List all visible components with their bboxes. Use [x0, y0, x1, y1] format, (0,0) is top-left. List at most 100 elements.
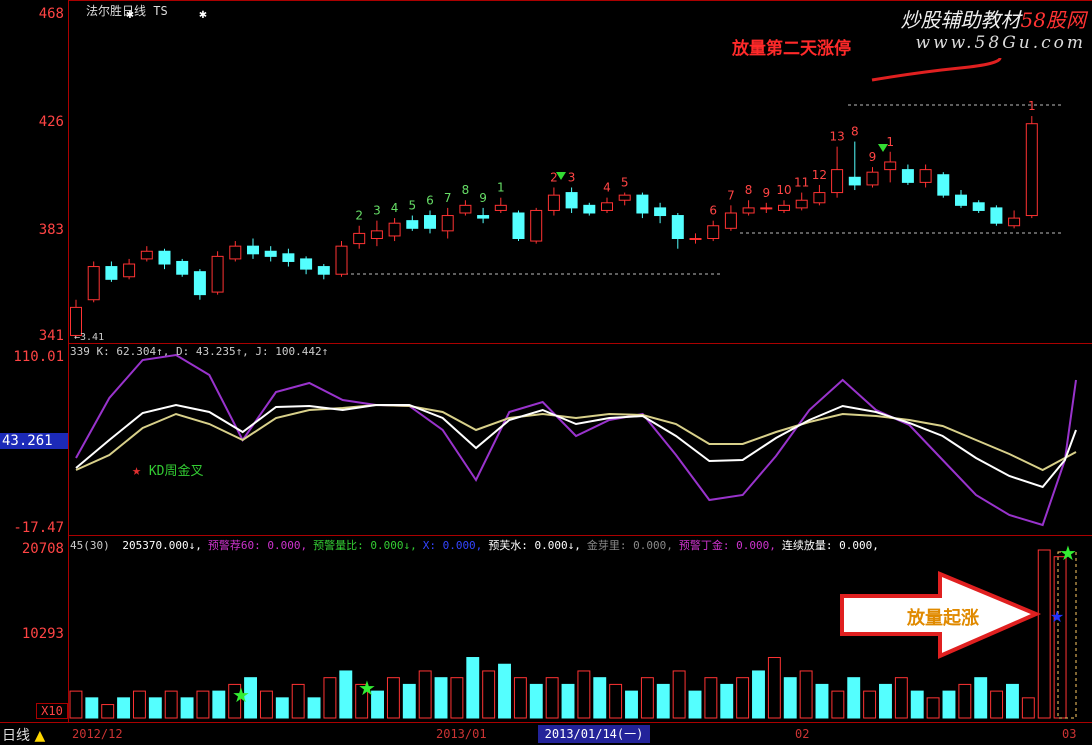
- volume-bar: [767, 657, 781, 719]
- timeline-date-2: 2013/01: [436, 727, 487, 741]
- volume-bar: [894, 677, 908, 719]
- volume-bar: [720, 683, 734, 719]
- candle-body: [317, 266, 330, 275]
- timeline-date-3: 02: [795, 727, 810, 741]
- candle-body: [1025, 123, 1038, 217]
- candle-body: [919, 169, 932, 183]
- volume-bar: [307, 697, 321, 719]
- td-sequence-number: 6: [709, 204, 717, 218]
- candle-body: [459, 204, 472, 214]
- td-sequence-number: 2: [355, 209, 363, 223]
- volume-bar: [164, 690, 178, 719]
- volume-bar: [545, 677, 559, 719]
- volume-bar: [672, 670, 686, 719]
- td-sequence-number: 8: [745, 183, 753, 197]
- td-sequence-number: 13: [829, 130, 844, 144]
- candle-body: [105, 266, 118, 280]
- volume-bar: [704, 677, 718, 719]
- candle-body: [388, 222, 401, 237]
- timeline-selected-date[interactable]: 2013/01/14(一): [538, 725, 650, 743]
- volume-bar: [101, 704, 115, 719]
- td-sequence-number: 11: [794, 176, 809, 190]
- star-icon: ✱: [199, 10, 207, 21]
- volume-bar: [974, 677, 988, 719]
- candle-body: [795, 199, 808, 209]
- volume-bar: [482, 670, 496, 719]
- candle-body: [583, 204, 596, 214]
- volume-bar: [577, 670, 591, 719]
- volume-bar: [117, 697, 131, 719]
- candle-body: [264, 250, 277, 257]
- candle-body: [601, 202, 613, 211]
- td-sequence-number: 5: [408, 199, 416, 213]
- candle-body: [441, 215, 454, 232]
- candle-body: [353, 232, 366, 245]
- volume-bar: [339, 670, 353, 719]
- volume-bar: [942, 690, 956, 719]
- volume-bar: [148, 697, 162, 719]
- volume-bar: [561, 683, 575, 719]
- volume-bar: [323, 677, 337, 719]
- td-sequence-number: 1: [1028, 99, 1036, 113]
- td-sequence-number: 9: [479, 191, 487, 205]
- volume-bar: [847, 677, 861, 719]
- star-icon: ★: [358, 676, 376, 700]
- candle-body: [565, 192, 578, 209]
- candle-body: [707, 225, 720, 240]
- volume-bar: [1006, 683, 1019, 719]
- volume-bar: [529, 683, 543, 719]
- td-sequence-number: 9: [869, 150, 877, 164]
- candle-body: [547, 194, 560, 211]
- candle-body: [158, 250, 171, 265]
- volume-bar: [783, 677, 797, 719]
- volume-bar: [85, 697, 99, 719]
- volume-bar: [386, 677, 400, 719]
- volume-bar: [688, 690, 702, 719]
- candle-body: [689, 238, 702, 241]
- candle-body: [618, 194, 631, 201]
- candle-body: [990, 207, 1003, 224]
- volume-bar: [180, 697, 194, 719]
- volume-bar: [958, 683, 972, 719]
- volume-bar: [990, 690, 1004, 719]
- volume-bar: [625, 690, 638, 719]
- td-sequence-number: 9: [762, 186, 770, 200]
- td-sequence-number: 6: [426, 193, 434, 207]
- candle-body: [636, 194, 649, 214]
- volume-bar: [593, 677, 607, 719]
- candle-body: [724, 212, 737, 229]
- volume-bar: [799, 670, 813, 719]
- timeline-date-1: 2012/12: [72, 727, 123, 741]
- candle-body: [87, 266, 100, 301]
- star-icon: ★: [232, 683, 250, 707]
- candle-body: [884, 161, 897, 171]
- candle-body: [140, 250, 153, 260]
- candle-body: [831, 169, 844, 194]
- kd-d-line: [75, 403, 1077, 472]
- star-icon: ★: [1050, 607, 1064, 626]
- period-label: 日线: [2, 728, 30, 744]
- volume-bar: [815, 683, 829, 719]
- candle-body: [494, 204, 507, 211]
- period-tab[interactable]: 日线 ▲: [2, 725, 45, 745]
- volume-bar: [291, 683, 305, 719]
- volume-bar: [879, 683, 892, 719]
- timeline-bar: 日线 ▲ 2012/12 2013/01 2013/01/14(一) 02 03: [0, 722, 1092, 745]
- volume-bar: [132, 690, 146, 719]
- volume-callout: 放量起涨: [907, 608, 979, 629]
- candle-body: [955, 194, 967, 206]
- volume-bar: [656, 683, 670, 719]
- td-sequence-number: 8: [462, 183, 470, 197]
- volume-bar: [926, 697, 940, 719]
- volume-bar: [1053, 556, 1067, 719]
- candle-body: [193, 271, 206, 296]
- candle-body: [176, 260, 189, 275]
- candle-body: [901, 169, 914, 183]
- volume-bar: [196, 690, 210, 719]
- td-sequence-number: 7: [727, 188, 735, 202]
- td-sequence-number: 10: [776, 183, 791, 197]
- volume-bar: [752, 670, 765, 719]
- td-sequence-number: 7: [444, 191, 452, 205]
- candle-body: [742, 207, 755, 214]
- volume-bar: [69, 690, 83, 719]
